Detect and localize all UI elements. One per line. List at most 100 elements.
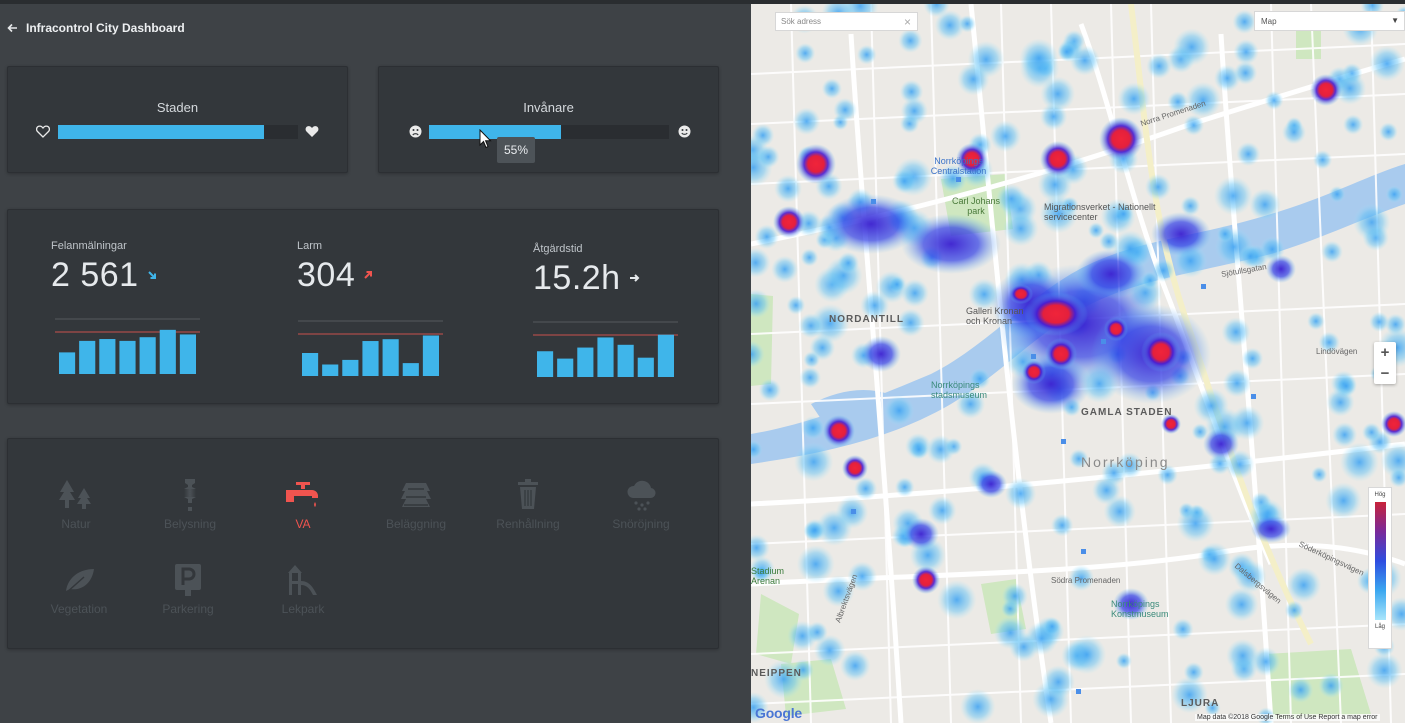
map-canvas[interactable] bbox=[751, 4, 1405, 723]
heat-point bbox=[1248, 188, 1281, 221]
map-type-value: Map bbox=[1261, 17, 1277, 26]
snow-cloud-icon bbox=[596, 475, 686, 515]
category-snorojning[interactable]: Snöröjning bbox=[596, 475, 686, 531]
address-search-input[interactable]: Sök adress × bbox=[775, 12, 918, 31]
heat-point bbox=[1176, 504, 1215, 543]
map-type-select[interactable]: Map ▼ bbox=[1254, 11, 1405, 31]
heat-point bbox=[957, 63, 990, 96]
heat-point bbox=[937, 580, 977, 620]
map-label-carl-johans: Carl Johans park bbox=[951, 196, 1001, 216]
playground-icon bbox=[258, 560, 348, 600]
minichart-bar bbox=[637, 357, 654, 377]
heat-point bbox=[1328, 185, 1346, 203]
stat-label: Larm bbox=[297, 240, 323, 252]
map-label-ljura: LJURA bbox=[1181, 698, 1220, 709]
staden-bar-fill bbox=[58, 125, 265, 139]
heat-point bbox=[927, 496, 957, 525]
stat-label: Åtgärdstid bbox=[533, 243, 583, 255]
minichart-bar bbox=[577, 347, 594, 377]
heat-point bbox=[803, 351, 820, 369]
category-renhallning[interactable]: Renhållning bbox=[483, 475, 573, 531]
heat-point bbox=[1222, 368, 1252, 398]
heat-point bbox=[1369, 311, 1390, 332]
heat-point bbox=[1264, 91, 1284, 110]
heatmap-legend: Hög Låg bbox=[1368, 487, 1392, 649]
heat-point bbox=[1087, 222, 1105, 239]
zoom-out-button[interactable]: − bbox=[1374, 363, 1396, 384]
category-label: Natur bbox=[61, 517, 91, 531]
category-parkering[interactable]: Parkering bbox=[143, 560, 233, 616]
heat-point bbox=[1307, 312, 1325, 331]
invanare-slider-fill bbox=[429, 125, 561, 139]
arrow-up-right-icon bbox=[363, 269, 373, 283]
map-label-stadium: Stadium Arenan bbox=[751, 566, 785, 586]
category-label: VA bbox=[295, 517, 311, 531]
heatmap-map[interactable]: Sök adress × Map ▼ NORDANTILL GAMLA STADEN… bbox=[751, 4, 1405, 723]
map-label-galleri: Galleri Kronan och Kronan bbox=[966, 306, 1024, 326]
minichart-bar bbox=[99, 339, 116, 374]
category-lekpark[interactable]: Lekpark bbox=[258, 560, 348, 616]
category-label: Parkering bbox=[162, 602, 214, 616]
arrow-right-icon bbox=[629, 272, 640, 286]
heat-point bbox=[774, 174, 803, 203]
minichart-bar bbox=[119, 340, 136, 374]
larm-minichart bbox=[298, 320, 443, 382]
heat-point bbox=[1183, 662, 1204, 683]
map-label-lindovagen: Lindövägen bbox=[1316, 347, 1358, 356]
stat-label: Felanmälningar bbox=[51, 240, 127, 252]
category-label: Snöröjning bbox=[612, 517, 670, 531]
heat-point bbox=[839, 650, 871, 682]
google-logo: Google bbox=[755, 705, 803, 721]
heat-point bbox=[800, 248, 819, 267]
minichart-bar bbox=[597, 337, 614, 377]
leaf-icon bbox=[34, 560, 124, 600]
heat-point bbox=[883, 395, 915, 426]
category-va[interactable]: VA bbox=[258, 475, 348, 531]
dashboard-panel: Infracontrol City Dashboard Staden Invån… bbox=[0, 4, 751, 723]
back-link[interactable]: Infracontrol City Dashboard bbox=[7, 21, 185, 35]
stat-larm[interactable]: Larm 304 bbox=[297, 240, 457, 295]
map-label-sodra-promenaden: Södra Promenaden bbox=[1051, 576, 1121, 585]
heat-point bbox=[1326, 388, 1355, 417]
map-label-norrkopings-central: Norrköpings Centralstation bbox=[930, 156, 987, 176]
heat-point bbox=[1039, 102, 1068, 131]
arrow-down-right-icon bbox=[147, 269, 157, 283]
minichart-bar bbox=[302, 353, 319, 376]
invanare-slider[interactable] bbox=[429, 125, 669, 139]
category-label: Renhållning bbox=[496, 517, 560, 531]
heat-point bbox=[1115, 652, 1133, 670]
lightbulb-icon bbox=[145, 475, 235, 515]
heat-point bbox=[1221, 317, 1251, 347]
heat-point bbox=[1312, 150, 1333, 170]
minichart-bar bbox=[342, 359, 359, 376]
map-footer[interactable]: Map data ©2018 Google Terms of Use Repor… bbox=[1195, 714, 1380, 721]
close-icon[interactable]: × bbox=[904, 15, 911, 29]
stat-atgardstid[interactable]: Åtgärdstid 15.2h bbox=[533, 243, 693, 298]
water-tap-icon bbox=[258, 475, 348, 515]
heat-point bbox=[758, 378, 782, 402]
trees-icon bbox=[31, 475, 121, 515]
staden-bar bbox=[58, 125, 298, 139]
map-label-migrationsverket: Migrationsverket - Nationellt servicecen… bbox=[1044, 202, 1156, 222]
heat-point bbox=[1003, 210, 1039, 247]
legend-gradient bbox=[1374, 502, 1386, 620]
heat-point bbox=[1041, 665, 1076, 699]
zoom-in-button[interactable]: + bbox=[1374, 342, 1396, 363]
heat-point bbox=[1286, 567, 1322, 603]
heat-point bbox=[1378, 122, 1398, 142]
heat-point bbox=[1019, 38, 1059, 78]
arrow-left-icon[interactable] bbox=[7, 21, 18, 35]
heat-point bbox=[1067, 635, 1107, 675]
category-belysning[interactable]: Belysning bbox=[145, 475, 235, 531]
map-label-gamla-staden: GAMLA STADEN bbox=[1081, 407, 1173, 418]
heat-point bbox=[1057, 42, 1077, 62]
mouse-cursor-icon bbox=[479, 129, 492, 149]
stat-felanmalningar[interactable]: Felanmälningar 2 561 bbox=[51, 240, 211, 295]
heat-point bbox=[1144, 173, 1172, 201]
heat-point bbox=[1287, 677, 1314, 703]
category-belaggning[interactable]: Beläggning bbox=[371, 475, 461, 531]
categories-card: Natur Belysning VA Beläggning Renhållnin… bbox=[7, 438, 719, 649]
heat-point bbox=[1224, 587, 1259, 622]
category-vegetation[interactable]: Vegetation bbox=[34, 560, 124, 616]
category-natur[interactable]: Natur bbox=[31, 475, 121, 531]
